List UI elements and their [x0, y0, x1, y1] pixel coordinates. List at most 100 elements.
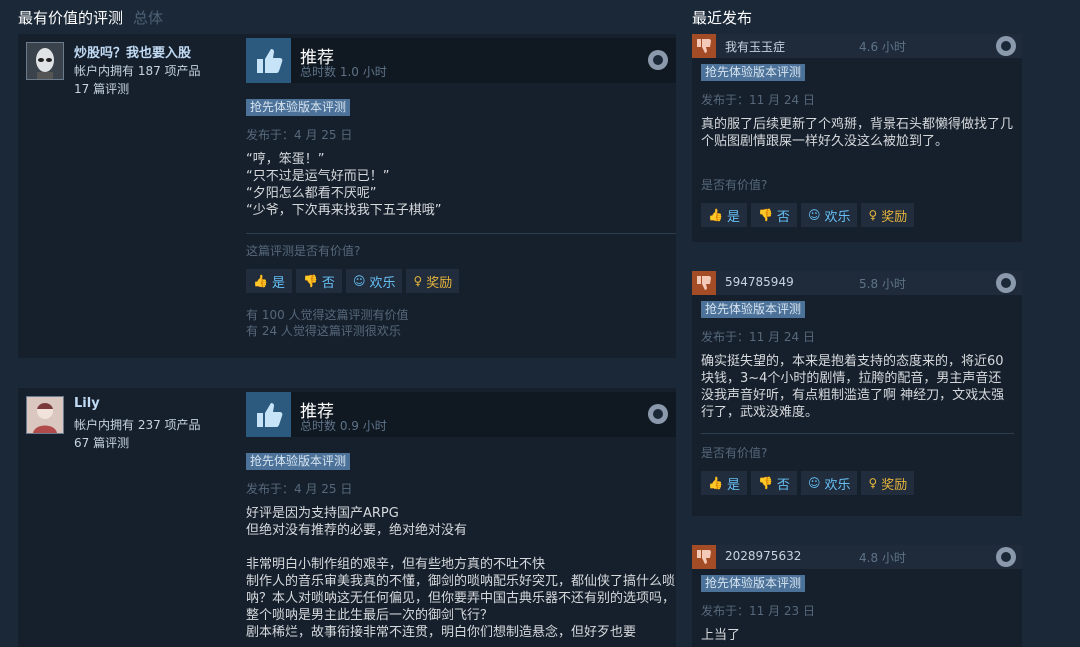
recent-review-card: 594785949 5.8 小时 抢先体验版本评测 发布于：11 月 24 日 … — [692, 271, 1022, 516]
review-card: 炒股吗？我也要入股 帐户内拥有 187 项产品 17 篇评测 推荐 总时数 1.… — [18, 34, 676, 358]
early-access-badge: 抢先体验版本评测 — [701, 575, 806, 592]
review-card: Lily 帐户内拥有 237 项产品 67 篇评测 推荐 总时数 0.9 小时 … — [18, 388, 676, 647]
helpful-stats: 有 100 人觉得这篇评测有价值 有 24 人觉得这篇评测很欢乐 — [246, 307, 676, 339]
funny-count: 有 24 人觉得这篇评测很欢乐 — [246, 324, 401, 338]
divider — [246, 233, 676, 234]
author-meta: 帐户内拥有 187 项产品 17 篇评测 — [74, 62, 201, 98]
steam-icon — [996, 547, 1016, 567]
thumbs-down-icon: 👎 — [757, 476, 773, 490]
avatar[interactable] — [26, 42, 64, 80]
posted-date: 发布于：11 月 24 日 — [701, 330, 815, 344]
thumbs-down-icon — [692, 34, 716, 58]
thumbs-up-icon — [246, 38, 291, 83]
steam-icon — [996, 36, 1016, 56]
vote-no-button[interactable]: 👎 否 — [750, 471, 797, 495]
posted-date: 发布于：11 月 24 日 — [701, 93, 815, 107]
thumbs-up-icon — [246, 392, 291, 437]
products-owned[interactable]: 帐户内拥有 237 项产品 — [74, 416, 201, 434]
recent-review-body: 抢先体验版本评测 发布于：11 月 23 日 上当了 — [692, 575, 1022, 644]
award-icon: ♀ — [868, 208, 878, 222]
steam-icon — [648, 404, 668, 424]
smile-icon: ☺ — [807, 476, 821, 490]
recent-review-card: 2028975632 4.8 小时 抢先体验版本评测 发布于：11 月 23 日… — [692, 545, 1022, 647]
review-count[interactable]: 17 篇评测 — [74, 80, 201, 98]
award-button[interactable]: ♀ 奖励 — [861, 471, 915, 495]
vote-yes-button[interactable]: 👍 是 — [246, 269, 292, 293]
helpful-question: 这篇评测是否有价值? — [246, 244, 361, 258]
most-helpful-title: 最有价值的评测 — [18, 9, 124, 27]
review-text: “哼，笨蛋！” “只不过是运气好而已！” “夕阳怎么都看不厌呢” “少爷，下次再… — [246, 152, 442, 218]
most-helpful-header: 最有价值的评测 总体 — [18, 7, 163, 28]
avatar[interactable] — [26, 396, 64, 434]
award-label: 奖励 — [881, 477, 908, 493]
award-label: 奖励 — [426, 275, 453, 291]
vote-no-button[interactable]: 👎 否 — [295, 269, 342, 293]
playtime: 总时数 1.0 小时 — [300, 65, 387, 79]
review-text: 确实挺失望的，本来是抱着支持的态度来的，将近60块钱，3~4个小时的剧情，拉胯的… — [701, 354, 1005, 420]
posted-date: 发布于：4 月 25 日 — [246, 128, 353, 142]
vote-yes-button[interactable]: 👍 是 — [701, 203, 747, 227]
reviewer-name[interactable]: 2028975632 — [725, 549, 801, 563]
recent-review-header[interactable]: 2028975632 4.8 小时 — [692, 545, 1022, 569]
vote-yes-label: 是 — [271, 275, 285, 291]
helpful-question: 是否有价值? — [701, 446, 768, 460]
vote-funny-label: 欢乐 — [824, 209, 851, 225]
smile-icon: ☺ — [352, 274, 366, 288]
reviewer-name[interactable]: 594785949 — [725, 275, 794, 289]
steam-icon — [648, 50, 668, 70]
posted-date: 发布于：4 月 25 日 — [246, 482, 353, 496]
author-meta: 帐户内拥有 237 项产品 67 篇评测 — [74, 416, 201, 452]
playtime: 5.8 小时 — [859, 277, 906, 291]
review-body: 推荐 总时数 1.0 小时 抢先体验版本评测 发布于：4 月 25 日 “哼，笨… — [246, 34, 676, 339]
overall-filter-link[interactable]: 总体 — [133, 9, 163, 27]
recent-review-header[interactable]: 我有玉玉症 4.6 小时 — [692, 34, 1022, 58]
thumbs-down-icon: 👎 — [302, 274, 318, 288]
recent-review-header[interactable]: 594785949 5.8 小时 — [692, 271, 1022, 295]
vote-funny-label: 欢乐 — [369, 275, 396, 291]
recent-header: 最近发布 — [692, 9, 753, 27]
award-icon: ♀ — [868, 476, 878, 490]
playtime: 4.8 小时 — [859, 551, 906, 565]
vote-funny-label: 欢乐 — [824, 477, 851, 493]
award-button[interactable]: ♀ 奖励 — [406, 269, 460, 293]
recommendation-header[interactable]: 推荐 总时数 0.9 小时 — [246, 392, 676, 437]
early-access-badge: 抢先体验版本评测 — [246, 99, 351, 116]
thumbs-up-icon: 👍 — [708, 476, 723, 490]
helpful-count: 有 100 人觉得这篇评测有价值 — [246, 308, 409, 322]
recommendation-header[interactable]: 推荐 总时数 1.0 小时 — [246, 38, 676, 83]
review-text: 好评是因为支持国产ARPG 但绝对没有推荐的必要，绝对绝对没有 非常明白小制作组… — [246, 506, 676, 640]
early-access-badge: 抢先体验版本评测 — [701, 64, 806, 81]
vote-funny-button[interactable]: ☺ 欢乐 — [345, 269, 403, 293]
reviewer-name[interactable]: 我有玉玉症 — [725, 38, 785, 55]
review-text: 真的服了后续更新了个鸡掰，背景石头都懒得做找了几个贴图剧情跟屎一样好久没这么被尬… — [701, 117, 1014, 149]
review-body: 推荐 总时数 0.9 小时 抢先体验版本评测 发布于：4 月 25 日 好评是因… — [246, 388, 676, 641]
vote-yes-label: 是 — [726, 477, 740, 493]
early-access-badge: 抢先体验版本评测 — [701, 301, 806, 318]
vote-no-button[interactable]: 👎 否 — [750, 203, 797, 227]
vote-funny-button[interactable]: ☺ 欢乐 — [800, 471, 858, 495]
vote-no-label: 否 — [776, 477, 790, 493]
smile-icon: ☺ — [807, 208, 821, 222]
thumbs-down-icon — [692, 545, 716, 569]
steam-icon — [996, 273, 1016, 293]
author-name[interactable]: 炒股吗？我也要入股 — [74, 42, 191, 61]
vote-buttons: 👍 是 👎 否 ☺ 欢乐 ♀ 奖励 — [701, 471, 1014, 495]
award-button[interactable]: ♀ 奖励 — [861, 203, 915, 227]
review-count[interactable]: 67 篇评测 — [74, 434, 201, 452]
recent-review-body: 抢先体验版本评测 发布于：11 月 24 日 真的服了后续更新了个鸡掰，背景石头… — [692, 64, 1022, 227]
vote-buttons: 👍 是 👎 否 ☺ 欢乐 ♀ 奖励 — [701, 203, 1014, 227]
vote-no-label: 否 — [776, 209, 790, 225]
review-text: 上当了 — [701, 628, 741, 643]
vote-yes-button[interactable]: 👍 是 — [701, 471, 747, 495]
helpful-question: 是否有价值? — [701, 178, 768, 192]
thumbs-down-icon — [692, 271, 716, 295]
vote-buttons: 👍 是 👎 否 ☺ 欢乐 ♀ 奖励 — [246, 269, 676, 293]
recent-review-card: 我有玉玉症 4.6 小时 抢先体验版本评测 发布于：11 月 24 日 真的服了… — [692, 34, 1022, 242]
early-access-badge: 抢先体验版本评测 — [246, 453, 351, 470]
vote-funny-button[interactable]: ☺ 欢乐 — [800, 203, 858, 227]
author-name[interactable]: Lily — [74, 396, 100, 411]
recent-review-body: 抢先体验版本评测 发布于：11 月 24 日 确实挺失望的，本来是抱着支持的态度… — [692, 301, 1022, 495]
thumbs-down-icon: 👎 — [757, 208, 773, 222]
products-owned[interactable]: 帐户内拥有 187 项产品 — [74, 62, 201, 80]
divider — [701, 433, 1014, 434]
